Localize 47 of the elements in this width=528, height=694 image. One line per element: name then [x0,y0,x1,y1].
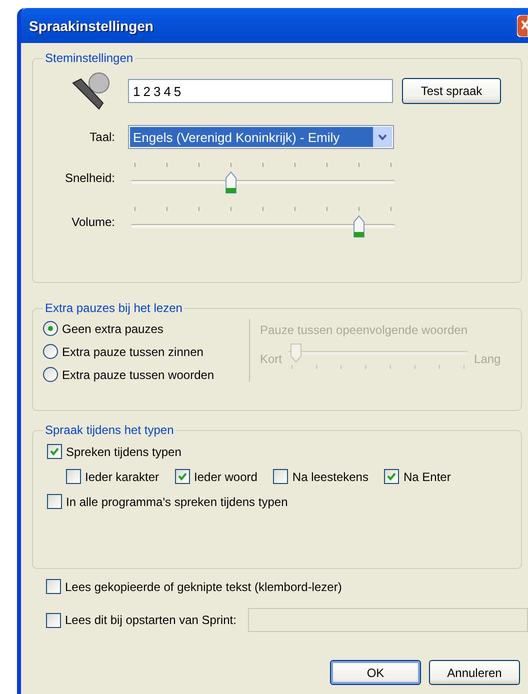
radio-label: Extra pauze tussen woorden [62,368,214,382]
slider-thumb[interactable] [225,171,237,194]
radio-button[interactable] [43,321,58,336]
radio-label: Extra pauze tussen zinnen [62,344,204,358]
checkbox-label: Spreken tijdens typen [66,444,182,458]
slider-thumb[interactable] [353,215,365,238]
radio-label: Geen extra pauzes [62,322,164,336]
checkbox[interactable] [46,612,61,628]
text-field[interactable]: 12345 [128,79,393,103]
checkbox-label: Lees gekopieerde of geknipte tekst (klembord-lezer) [65,580,342,594]
startup-text-field[interactable] [248,608,528,632]
checkbox[interactable] [66,469,81,484]
group-title: Spraak tijdens het typen [44,423,175,437]
check-icon [50,447,59,456]
checkbox-label: In alle programma's spreken tijdens typen [66,494,288,508]
test-speech-button[interactable]: Test spraak [402,78,501,104]
checkbox[interactable] [175,469,190,484]
ok-button[interactable]: OK [330,660,421,685]
radio-button[interactable] [43,367,58,382]
slider[interactable] [131,205,395,239]
slider-max-label: Lang [474,352,501,366]
group-title: Steminstellingen [44,51,134,65]
window-title: Spraakinstellingen [29,18,154,34]
checkbox[interactable] [273,469,288,484]
checkbox-label: Na leestekens [292,470,368,484]
checkbox[interactable] [384,469,400,484]
slider-min-label: Kort [260,352,282,366]
checkbox-label: Na Enter [403,470,451,484]
checkbox-label: Lees dit bij opstarten van Sprint: [65,613,236,627]
slider-label: Snelheid: [64,171,115,185]
pause-slider-title: Pauze tussen opeenvolgende woorden [260,323,468,337]
slider[interactable] [131,161,395,195]
close-icon[interactable] [517,14,528,36]
check-icon [178,472,188,481]
checkbox-label: Ieder karakter [85,470,160,484]
language-label: Taal: [88,130,115,144]
group-title: Extra pauzes bij het lezen [44,301,184,315]
check-icon [387,472,396,481]
checkbox[interactable] [47,444,62,459]
checkbox[interactable] [46,579,61,594]
cancel-button[interactable]: Annuleren [429,660,520,685]
checkbox[interactable] [47,494,62,509]
chevron-down-icon [378,134,387,140]
checkbox-label: Ieder woord [194,470,258,484]
radio-button[interactable] [43,344,58,359]
language-dropdown[interactable]: Engels (Verenigd Koninkrijk) - Emily [128,125,394,149]
slider-label: Volume: [70,215,115,229]
